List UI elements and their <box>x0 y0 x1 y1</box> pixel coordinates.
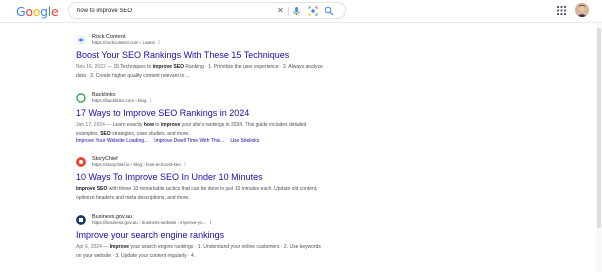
google-logo[interactable]: Google <box>16 4 59 19</box>
logo-letter: o <box>32 4 41 19</box>
result-snippet: Nov 16, 2022 — 15 Techniques to improve … <box>76 64 323 79</box>
sitelink[interactable]: Improve Dwell Time With This... <box>154 138 224 144</box>
logo-letter: o <box>25 4 33 19</box>
rock-content-logo-icon <box>76 35 86 45</box>
header-divider <box>0 22 602 23</box>
search-result: Business.gov.au https://business.gov.au … <box>76 214 376 264</box>
search-result: StoryChief https://storychief.io › blog … <box>76 156 376 206</box>
apps-grid-icon[interactable] <box>557 6 566 15</box>
result-url[interactable]: https://business.gov.au › business-websi… <box>92 220 213 226</box>
result-snippet: Apr 6, 2024 — Improve your search engine… <box>76 244 321 259</box>
sitelinks: Improve Your Website Loading... Improve D… <box>76 138 265 145</box>
search-icon[interactable] <box>324 6 334 16</box>
logo-letter: G <box>16 4 26 19</box>
logo-letter: e <box>50 4 59 19</box>
result-url[interactable]: https://storychief.io › blog › how-to-bo… <box>92 162 187 168</box>
result-title[interactable]: Boost Your SEO Rankings With These 15 Te… <box>76 50 289 61</box>
more-options-icon[interactable]: ⋮ <box>208 220 213 225</box>
result-url[interactable]: https://backlinko.com › blog ⋮ <box>92 98 153 104</box>
result-snippet: Jan 17, 2024 — Learn exactly how to impr… <box>76 122 307 137</box>
business-gov-logo-icon <box>76 215 86 225</box>
backlinko-logo-icon <box>76 93 86 103</box>
result-title[interactable]: 17 Ways to Improve SEO Rankings in 2024 <box>76 108 249 119</box>
search-divider <box>288 7 289 15</box>
storychief-logo-icon <box>76 157 86 167</box>
close-icon[interactable]: ✕ <box>276 6 285 16</box>
mic-icon[interactable] <box>292 6 301 16</box>
search-box[interactable]: ✕ <box>68 2 346 19</box>
more-options-icon[interactable]: ⋮ <box>149 98 154 103</box>
avatar[interactable] <box>575 3 589 17</box>
result-snippet: Improve SEO with these 10 remarkable tac… <box>76 186 318 201</box>
search-result: Rock Content https://rockcontent.com › L… <box>76 34 376 84</box>
more-options-icon[interactable]: ⋮ <box>157 40 162 45</box>
sitelink[interactable]: Use Sitelinks <box>230 138 259 144</box>
sitelink[interactable]: Improve Your Website Loading... <box>76 138 148 144</box>
logo-letter: g <box>40 4 48 19</box>
search-input[interactable] <box>77 6 267 16</box>
scrollbar-thumb[interactable] <box>597 28 601 228</box>
lens-icon[interactable] <box>308 6 318 16</box>
header: Google ✕ <box>0 0 602 22</box>
result-url[interactable]: https://rockcontent.com › Latest ⋮ <box>92 40 161 46</box>
result-title[interactable]: Improve your search engine rankings <box>76 230 224 241</box>
more-options-icon[interactable]: ⋮ <box>183 162 188 167</box>
result-title[interactable]: 10 Ways To Improve SEO In Under 10 Minut… <box>76 172 263 183</box>
search-result: Backlinko https://backlinko.com › blog ⋮ … <box>76 92 376 150</box>
